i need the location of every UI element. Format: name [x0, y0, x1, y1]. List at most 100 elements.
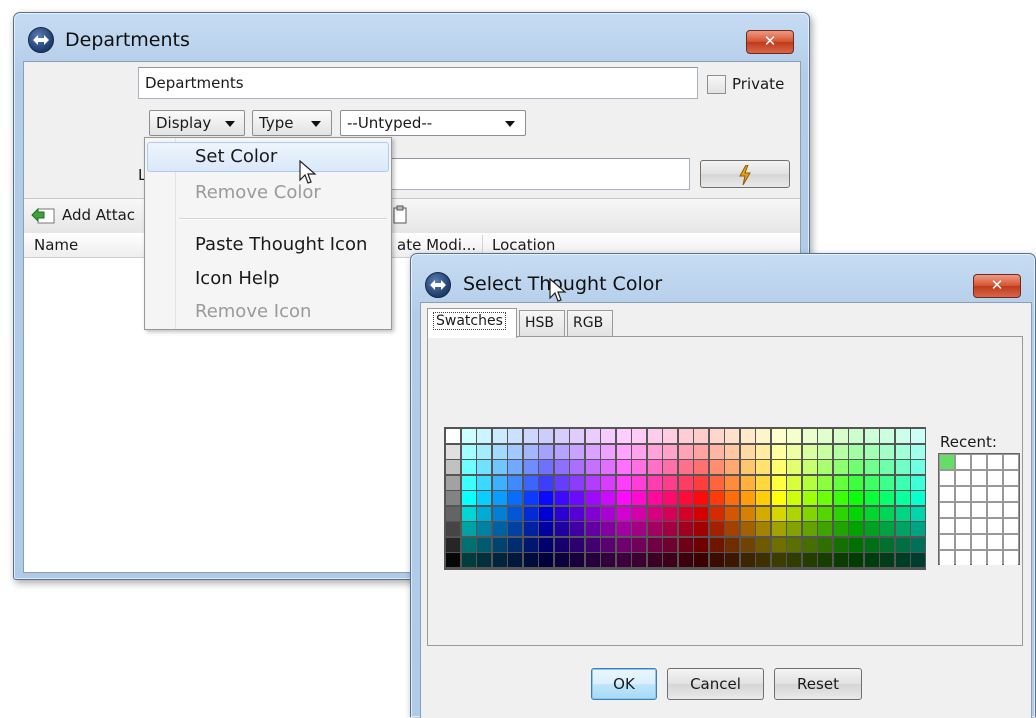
color-swatch[interactable]	[461, 429, 476, 443]
menu-item-set-color[interactable]: Set Color	[147, 142, 389, 172]
color-swatch[interactable]	[554, 553, 569, 567]
color-swatch[interactable]	[539, 522, 553, 536]
color-swatch[interactable]	[477, 553, 491, 567]
color-swatch[interactable]	[492, 553, 507, 567]
color-swatch[interactable]	[864, 522, 879, 536]
color-swatch[interactable]	[492, 475, 507, 490]
color-swatch[interactable]	[554, 491, 569, 505]
color-swatch[interactable]	[678, 491, 693, 505]
color-swatch[interactable]	[570, 491, 584, 505]
color-swatch[interactable]	[492, 537, 507, 552]
color-swatch[interactable]	[709, 491, 724, 505]
color-swatch[interactable]	[787, 491, 801, 505]
recent-color-swatch[interactable]	[972, 471, 986, 485]
color-swatch[interactable]	[554, 537, 569, 552]
color-swatch[interactable]	[818, 429, 832, 443]
color-swatch[interactable]	[616, 444, 631, 459]
color-swatch[interactable]	[694, 460, 708, 474]
recent-color-swatch[interactable]	[988, 551, 1002, 565]
color-swatch[interactable]	[601, 537, 615, 552]
color-swatch[interactable]	[492, 429, 507, 443]
color-swatch[interactable]	[601, 460, 615, 474]
color-swatch[interactable]	[539, 475, 553, 490]
color-swatch[interactable]	[694, 522, 708, 536]
color-swatch[interactable]	[632, 460, 646, 474]
color-swatch[interactable]	[616, 506, 631, 521]
color-swatch[interactable]	[725, 460, 739, 474]
color-swatch[interactable]	[554, 522, 569, 536]
color-swatch[interactable]	[477, 522, 491, 536]
color-swatch[interactable]	[601, 553, 615, 567]
color-swatch[interactable]	[787, 522, 801, 536]
color-swatch[interactable]	[911, 475, 925, 490]
color-window-titlebar[interactable]: Select Thought Color ✕	[411, 254, 1035, 302]
color-swatch[interactable]	[523, 475, 538, 490]
color-swatch[interactable]	[647, 491, 662, 505]
color-swatch[interactable]	[539, 506, 553, 521]
color-swatch[interactable]	[632, 444, 646, 459]
menu-item-remove-color[interactable]: Remove Color	[147, 178, 389, 208]
color-swatch[interactable]	[647, 460, 662, 474]
color-swatch[interactable]	[446, 475, 460, 490]
color-swatch[interactable]	[818, 475, 832, 490]
color-swatch[interactable]	[709, 553, 724, 567]
color-swatch[interactable]	[911, 537, 925, 552]
color-swatch[interactable]	[678, 537, 693, 552]
color-swatch[interactable]	[818, 506, 832, 521]
color-swatch[interactable]	[523, 506, 538, 521]
color-swatch[interactable]	[725, 475, 739, 490]
color-swatch[interactable]	[477, 475, 491, 490]
color-swatch[interactable]	[740, 475, 755, 490]
color-swatch[interactable]	[539, 429, 553, 443]
color-swatch[interactable]	[849, 537, 863, 552]
color-swatch[interactable]	[461, 553, 476, 567]
color-swatch[interactable]	[709, 429, 724, 443]
color-swatch[interactable]	[508, 460, 522, 474]
color-swatch[interactable]	[833, 429, 848, 443]
recent-color-swatch[interactable]	[956, 471, 970, 485]
color-swatch[interactable]	[709, 522, 724, 536]
color-swatch[interactable]	[771, 553, 786, 567]
color-swatch[interactable]	[895, 460, 910, 474]
color-swatch[interactable]	[771, 429, 786, 443]
color-swatch[interactable]	[833, 522, 848, 536]
color-swatch[interactable]	[771, 491, 786, 505]
color-swatch[interactable]	[554, 460, 569, 474]
add-attachment-icon[interactable]	[30, 204, 56, 226]
color-swatch[interactable]	[911, 553, 925, 567]
color-swatch[interactable]	[461, 491, 476, 505]
recent-color-swatch[interactable]	[956, 487, 970, 501]
color-swatch[interactable]	[616, 475, 631, 490]
recent-color-swatch[interactable]	[972, 519, 986, 533]
color-swatch[interactable]	[725, 506, 739, 521]
color-swatch[interactable]	[756, 537, 770, 552]
color-swatch[interactable]	[570, 475, 584, 490]
color-swatch[interactable]	[585, 460, 600, 474]
recent-color-swatch[interactable]	[1004, 455, 1018, 469]
color-swatch[interactable]	[508, 506, 522, 521]
color-swatch[interactable]	[880, 460, 894, 474]
recent-color-swatch[interactable]	[972, 487, 986, 501]
color-swatch[interactable]	[725, 444, 739, 459]
color-swatch[interactable]	[895, 506, 910, 521]
color-swatch[interactable]	[802, 491, 817, 505]
color-swatch[interactable]	[694, 491, 708, 505]
color-swatch[interactable]	[523, 522, 538, 536]
color-swatch[interactable]	[539, 460, 553, 474]
color-swatch[interactable]	[864, 475, 879, 490]
color-swatch[interactable]	[601, 444, 615, 459]
color-swatch[interactable]	[771, 475, 786, 490]
color-swatch[interactable]	[632, 537, 646, 552]
color-swatch[interactable]	[585, 491, 600, 505]
color-swatch[interactable]	[895, 475, 910, 490]
color-swatch[interactable]	[740, 429, 755, 443]
color-swatch[interactable]	[709, 444, 724, 459]
color-swatch[interactable]	[570, 553, 584, 567]
color-swatch[interactable]	[647, 537, 662, 552]
color-swatch[interactable]	[802, 429, 817, 443]
add-attachment-button[interactable]: Add Attac	[62, 206, 135, 224]
color-swatch[interactable]	[880, 506, 894, 521]
color-swatch[interactable]	[833, 491, 848, 505]
color-swatch[interactable]	[771, 444, 786, 459]
color-swatch[interactable]	[585, 553, 600, 567]
